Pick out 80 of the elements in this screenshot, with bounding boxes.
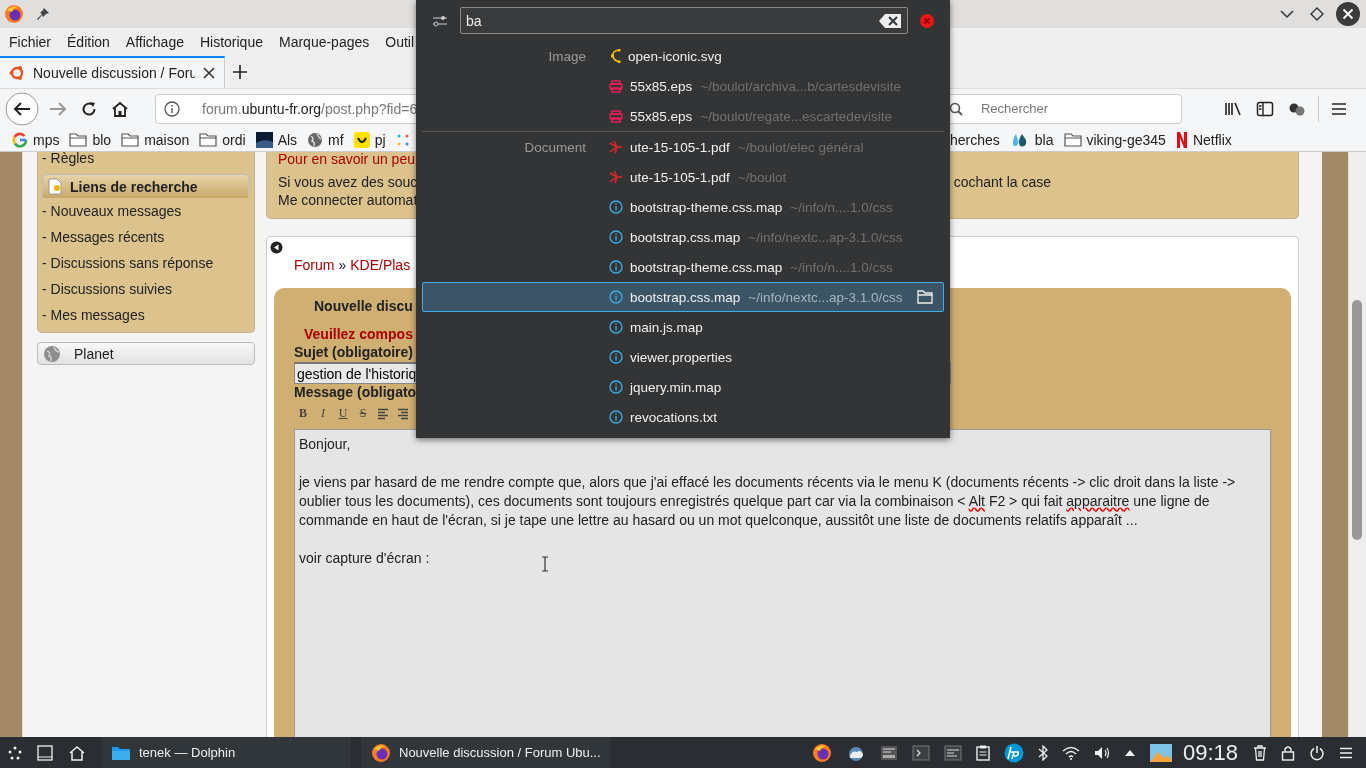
menu-item[interactable]: Marque-pages <box>279 34 370 50</box>
notice-link[interactable]: Pour en savoir un peu <box>278 152 415 168</box>
breadcrumb-link[interactable]: KDE/Plas <box>350 257 411 273</box>
result-name: ute-15-105-1.pdf <box>630 169 730 185</box>
sidebar-link[interactable]: - Discussions suivies <box>42 276 254 302</box>
result-path: ~/info/nextc...ap-3.1.0/css <box>748 289 903 305</box>
result-path: ~/boulot/elec général <box>737 139 864 155</box>
form-title: Nouvelle discu <box>313 298 413 316</box>
bookmark[interactable]: mps <box>12 131 60 148</box>
task-button[interactable]: tenek — Dolphin <box>101 737 351 768</box>
form-warning: Veuillez compos <box>303 326 413 344</box>
notice-text: Si vous avez des souc <box>278 174 418 190</box>
result-path: ~/info/n....1.0/css <box>790 199 893 215</box>
sidebar-link[interactable]: - Nouveaux messages <box>42 198 254 224</box>
field-label: Sujet (obligatoire) <box>294 344 413 362</box>
clock[interactable]: 09:18 <box>1182 739 1238 766</box>
result-path: ~/boulot/archiva...b/cartesdevisite <box>700 78 902 94</box>
underline-button[interactable]: U <box>337 406 349 421</box>
result-row[interactable]: main.js.map <box>422 312 944 342</box>
result-row[interactable]: bootstrap.css.map ~/info/nextc...ap-3.1.0/css <box>422 282 944 312</box>
sidebar-link[interactable]: - Règles <box>42 152 254 174</box>
sidebar-link[interactable]: - Discussions sans réponse <box>42 250 254 276</box>
bookmark[interactable]: pj <box>353 131 386 148</box>
result-name: jquery.min.map <box>630 379 722 395</box>
bookmark[interactable]: maison <box>121 131 190 148</box>
runner-search-field[interactable]: ba <box>460 7 908 34</box>
bookmark[interactable]: bla <box>1009 131 1054 148</box>
bookmark[interactable]: mf <box>307 131 344 148</box>
result-row[interactable]: jquery.min.map <box>422 372 944 402</box>
menu-item[interactable]: Affichage <box>125 34 184 50</box>
result-path: ~/info/nextc...ap-3.1.0/css <box>748 229 903 245</box>
breadcrumb-link[interactable]: Forum <box>294 257 335 273</box>
result-row[interactable]: ute-15-105-1.pdf ~/boulot <box>422 162 944 192</box>
result-row[interactable]: bootstrap.css.map ~/info/nextc...ap-3.1.0/css <box>422 222 944 252</box>
strike-button[interactable]: S <box>357 406 369 421</box>
result-path: ~/boulot <box>737 169 787 185</box>
breadcrumb-separator: » <box>338 257 347 273</box>
result-name: revocations.txt <box>630 409 718 425</box>
result-name: viewer.properties <box>630 349 733 365</box>
sidebar-link[interactable]: - Mes messages <box>42 302 254 328</box>
message-field[interactable]: Bonjour, je viens par hasard de me rendre compte que, alors que j'ai effacé les documents récents via le menu K (documents récents -> clic droit dans la liste -> oublier tous les documents), ces documents sont toujours enregistrés quelque part car via la combinaison < Alt F2 > qui fait apparaitre une ligne de commande en haut de l'écran, si je tape une lettre au hasard ou un mot quelconque, aussitôt une liste de documents relatifs apparaît ... voir capture d'écran : <box>294 429 1271 737</box>
result-name: 55x85.eps <box>630 108 693 124</box>
sidebar-link[interactable]: - Messages récents <box>42 224 254 250</box>
bookmark[interactable]: herches <box>950 131 1000 148</box>
result-name: bootstrap-theme.css.map <box>630 259 783 275</box>
result-name: open-iconic.svg <box>628 48 722 64</box>
italic-button[interactable]: I <box>317 406 329 421</box>
result-row[interactable]: bootstrap-theme.css.map ~/info/n....1.0/css <box>422 192 944 222</box>
planet-box[interactable]: Planet <box>37 342 255 365</box>
field-label: Message (obligato <box>294 384 417 402</box>
result-name: 55x85.eps <box>630 78 693 94</box>
result-row[interactable]: revocations.txt <box>422 402 944 432</box>
result-name: ute-15-105-1.pdf <box>630 139 730 155</box>
result-row[interactable]: viewer.properties <box>422 342 944 372</box>
result-row[interactable]: Image open-iconic.svg <box>422 41 944 71</box>
result-path: ~/boulot/regate...escartedevisite <box>700 108 893 124</box>
bold-button[interactable]: B <box>297 406 309 421</box>
result-name: main.js.map <box>630 319 703 335</box>
bookmark[interactable]: Als <box>255 131 298 148</box>
result-name: bootstrap.css.map <box>630 229 741 245</box>
bookmark[interactable]: blo <box>69 131 112 148</box>
notice-text: Me connecter automat <box>278 192 418 208</box>
result-path: ~/info/n....1.0/css <box>790 259 893 275</box>
planet-label: Planet <box>74 345 114 362</box>
notice-text: cochant la case <box>953 174 1051 190</box>
bookmark[interactable]: Netflix <box>1175 131 1232 148</box>
result-category: Document <box>523 139 586 155</box>
bookmark[interactable]: ordi <box>199 131 246 148</box>
menu-item[interactable]: Fichier <box>9 34 51 50</box>
menu-item[interactable]: Édition <box>67 34 110 50</box>
result-name: bootstrap-theme.css.map <box>630 199 783 215</box>
menu-item[interactable]: Historique <box>199 34 263 50</box>
result-category: Image <box>547 48 586 64</box>
result-name: bootstrap.css.map <box>630 289 741 305</box>
task-button[interactable]: Nouvelle discussion / Forum Ubu... <box>361 737 611 768</box>
result-row[interactable]: Document ute-15-105-1.pdf ~/boulot/elec général <box>422 132 944 162</box>
menu-item[interactable]: Outil <box>385 34 415 50</box>
bookmark[interactable]: viking-ge345 <box>1063 131 1166 148</box>
sidebar-heading: Liens de recherche <box>70 178 198 195</box>
result-row[interactable]: bootstrap-theme.css.map ~/info/n....1.0/css <box>422 252 944 282</box>
